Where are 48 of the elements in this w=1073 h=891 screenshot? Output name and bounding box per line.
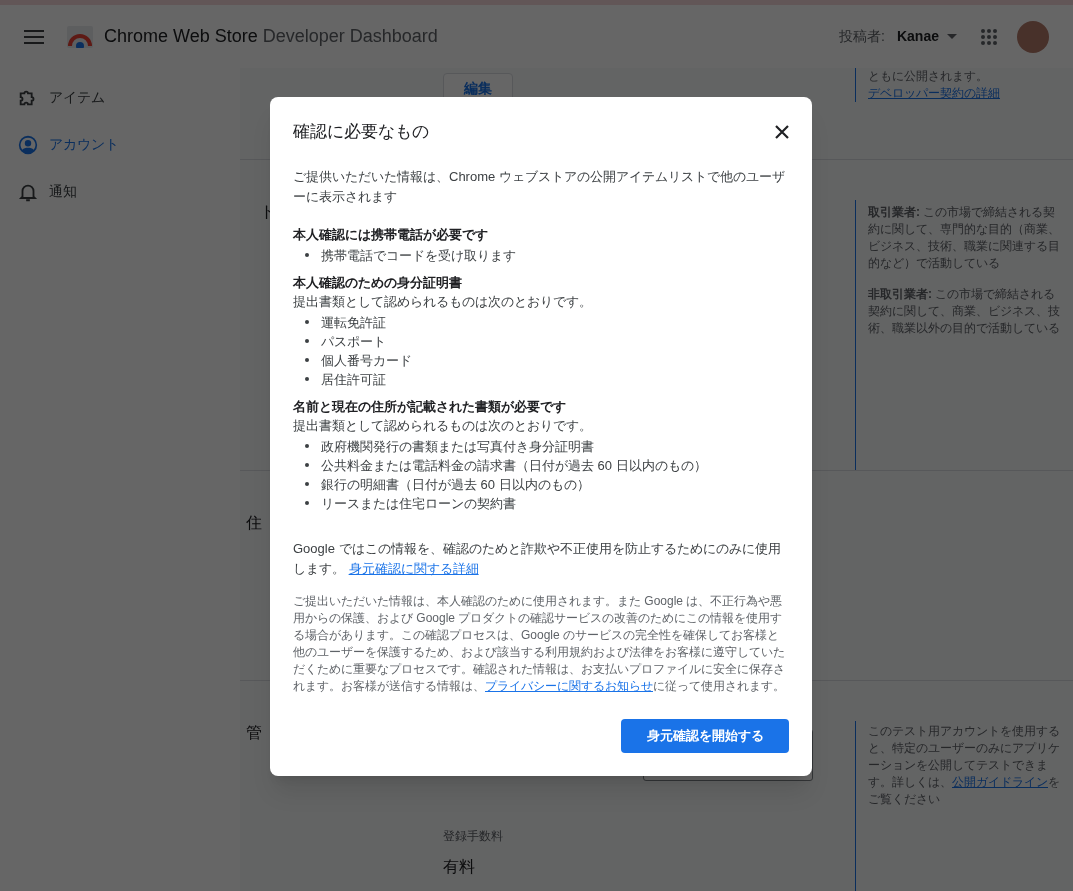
section-title: 住 xyxy=(246,514,262,531)
bullet-icon xyxy=(305,463,309,467)
bullet-icon xyxy=(305,339,309,343)
requirement-item: 公共料金または電話料金の請求書（日付が過去 60 日以内のもの） xyxy=(321,456,707,475)
publisher-label: 投稿者: xyxy=(839,27,885,46)
requirement-item: 個人番号カード xyxy=(321,351,412,370)
menu-icon[interactable] xyxy=(24,29,44,44)
requirement-item: 居住許可証 xyxy=(321,370,386,389)
close-icon[interactable] xyxy=(775,124,789,139)
requirement-heading: 本人確認のための身分証明書 xyxy=(293,273,463,292)
product-title: Chrome Web Store xyxy=(104,25,258,48)
requirement-description: 提出書類として認められるものは次のとおりです。 xyxy=(293,292,593,311)
requirement-item: 銀行の明細書（日付が過去 60 日以内のもの） xyxy=(321,475,590,494)
requirement-item: 運転免許証 xyxy=(321,313,386,332)
dialog-title: 確認に必要なもの xyxy=(293,121,429,143)
bullet-icon xyxy=(305,501,309,505)
avatar[interactable] xyxy=(1017,20,1049,53)
bullet-icon xyxy=(305,253,309,257)
sidebar-item[interactable]: アカウント xyxy=(0,121,240,168)
start-verification-button[interactable]: 身元確認を開始する xyxy=(621,718,789,753)
bullet-icon xyxy=(305,377,309,381)
product-subtitle: Developer Dashboard xyxy=(262,25,438,48)
publisher-dropdown[interactable]: Kanae xyxy=(896,26,957,47)
bullet-icon xyxy=(305,482,309,486)
guidelines-link[interactable]: 公開ガイドライン xyxy=(952,775,1048,789)
requirement-heading: 名前と現在の住所が記載された書類が必要です xyxy=(293,397,567,416)
sidebar-item[interactable]: アイテム xyxy=(0,74,240,121)
requirement-item: 政府機関発行の書類または写真付き身分証明書 xyxy=(321,437,594,456)
developer-agreement-link[interactable]: デベロッパー契約の詳細 xyxy=(868,86,1000,100)
bullet-icon xyxy=(305,444,309,448)
notice-text: Google ではこの情報を、確認のためと詐欺や不正使用を防止するためにのみに使用します。 身元確認に関する詳細 xyxy=(293,539,782,578)
fine-print: ご提出いただいた情報は、本人確認のために使用されます。また Google は、不正行為や悪用からの保護、および Google プロダクトの確認サービスの改善のためにこの情報を使用する場合があります。この確認プロセスは、Google のサービスの完全性を確保してお客様と他のユーザーを保護するため、および該当する利用規約および法律をお客様に遵守していただくために重要なプロセスです。確認された情報は、お支払いプロファイルに安全に保存されます。お客様が送信する情報は、プライバシーに関するお知らせに従って使用されます。 xyxy=(293,592,786,695)
logo-icon[interactable] xyxy=(67,25,93,48)
requirement-item: パスポート xyxy=(321,332,386,351)
apps-grid-icon[interactable] xyxy=(981,28,997,45)
sidebar-item[interactable]: 通知 xyxy=(0,168,240,215)
requirement-description: 提出書類として認められるものは次のとおりです。 xyxy=(293,416,593,435)
bullet-icon xyxy=(305,358,309,362)
caret-icon xyxy=(947,34,957,39)
verification-details-link[interactable]: 身元確認に関する詳細 xyxy=(348,560,479,576)
bullet-icon xyxy=(305,320,309,324)
fee-value: 有料 xyxy=(443,857,476,877)
section-title: 管 xyxy=(246,724,262,741)
intro-text: ご提供いただいた情報は、Chrome ウェブストアの公開アイテムリストで他のユーザーに表示されます xyxy=(293,167,786,206)
requirement-item: リースまたは住宅ローンの契約書 xyxy=(321,494,516,513)
requirement-heading: 本人確認には携帯電話が必要です xyxy=(293,225,489,244)
requirement-item: 携帯電話でコードを受け取ります xyxy=(321,246,516,265)
privacy-notice-link[interactable]: プライバシーに関するお知らせ xyxy=(485,678,653,693)
